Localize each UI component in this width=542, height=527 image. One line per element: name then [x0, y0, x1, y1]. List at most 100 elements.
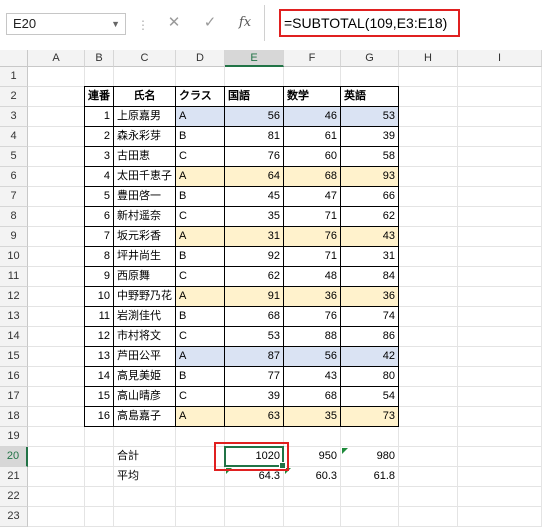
grid-cell[interactable]	[28, 367, 85, 387]
record-eigo-cell[interactable]: 84	[341, 267, 399, 287]
record-class-cell[interactable]: A	[176, 107, 225, 127]
record-eigo-cell[interactable]: 66	[341, 187, 399, 207]
column-header-e[interactable]: E	[225, 50, 284, 67]
grid-cell[interactable]	[85, 467, 114, 487]
record-class-cell[interactable]: C	[176, 267, 225, 287]
record-no-cell[interactable]: 1	[85, 107, 114, 127]
grid-cell[interactable]	[458, 447, 542, 467]
grid-cell[interactable]	[28, 127, 85, 147]
column-header-c[interactable]: C	[114, 50, 176, 67]
record-name-cell[interactable]: 岩渕佳代	[114, 307, 176, 327]
record-eigo-cell[interactable]: 86	[341, 327, 399, 347]
row-header-9[interactable]: 9	[0, 227, 28, 247]
grid-cell[interactable]	[458, 127, 542, 147]
grid-cell[interactable]	[399, 487, 458, 507]
grid-cell[interactable]	[28, 447, 85, 467]
record-class-cell[interactable]: B	[176, 127, 225, 147]
row-header-23[interactable]: 23	[0, 507, 28, 527]
record-kokugo-cell[interactable]: 91	[225, 287, 284, 307]
row-header-13[interactable]: 13	[0, 307, 28, 327]
grid-cell[interactable]	[399, 467, 458, 487]
record-class-cell[interactable]: B	[176, 367, 225, 387]
row-header-16[interactable]: 16	[0, 367, 28, 387]
grid-cell[interactable]	[85, 507, 114, 527]
select-all-corner[interactable]	[0, 50, 28, 67]
row-header-20[interactable]: 20	[0, 447, 28, 467]
table-header-cell[interactable]: クラス	[176, 87, 225, 107]
grid-cell[interactable]	[28, 227, 85, 247]
record-name-cell[interactable]: 坂元彩香	[114, 227, 176, 247]
record-name-cell[interactable]: 中野野乃花	[114, 287, 176, 307]
record-kokugo-cell[interactable]: 76	[225, 147, 284, 167]
column-header-i[interactable]: I	[458, 50, 542, 67]
grid-cell[interactable]	[341, 67, 399, 87]
row-header-11[interactable]: 11	[0, 267, 28, 287]
record-sugaku-cell[interactable]: 36	[284, 287, 341, 307]
grid-cell[interactable]	[28, 427, 85, 447]
column-header-d[interactable]: D	[176, 50, 225, 67]
grid-cell[interactable]	[28, 187, 85, 207]
row-header-7[interactable]: 7	[0, 187, 28, 207]
grid-cell[interactable]	[85, 487, 114, 507]
record-no-cell[interactable]: 4	[85, 167, 114, 187]
grid-cell[interactable]	[225, 507, 284, 527]
record-class-cell[interactable]: A	[176, 287, 225, 307]
grid-cell[interactable]	[399, 187, 458, 207]
record-class-cell[interactable]: C	[176, 147, 225, 167]
grid-cell[interactable]	[28, 107, 85, 127]
record-no-cell[interactable]: 10	[85, 287, 114, 307]
grid-cell[interactable]	[458, 167, 542, 187]
record-eigo-cell[interactable]: 43	[341, 227, 399, 247]
grid-cell[interactable]	[399, 327, 458, 347]
record-no-cell[interactable]: 5	[85, 187, 114, 207]
record-sugaku-cell[interactable]: 61	[284, 127, 341, 147]
column-header-g[interactable]: G	[341, 50, 399, 67]
grid-cell[interactable]	[28, 407, 85, 427]
grid-cell[interactable]	[28, 207, 85, 227]
row-header-6[interactable]: 6	[0, 167, 28, 187]
record-class-cell[interactable]: A	[176, 227, 225, 247]
record-no-cell[interactable]: 15	[85, 387, 114, 407]
record-kokugo-cell[interactable]: 35	[225, 207, 284, 227]
row-header-17[interactable]: 17	[0, 387, 28, 407]
cancel-icon[interactable]: ✕	[163, 12, 185, 34]
record-sugaku-cell[interactable]: 76	[284, 227, 341, 247]
grid-cell[interactable]	[458, 207, 542, 227]
record-name-cell[interactable]: 新村遥奈	[114, 207, 176, 227]
record-sugaku-cell[interactable]: 43	[284, 367, 341, 387]
confirm-icon[interactable]: ✓	[199, 12, 221, 34]
grid-cell[interactable]	[458, 467, 542, 487]
record-kokugo-cell[interactable]: 39	[225, 387, 284, 407]
record-kokugo-cell[interactable]: 62	[225, 267, 284, 287]
record-no-cell[interactable]: 16	[85, 407, 114, 427]
record-class-cell[interactable]: C	[176, 327, 225, 347]
row-header-18[interactable]: 18	[0, 407, 28, 427]
column-header-f[interactable]: F	[284, 50, 341, 67]
grid-cell[interactable]	[114, 487, 176, 507]
record-name-cell[interactable]: 高見美姫	[114, 367, 176, 387]
table-header-cell[interactable]: 数学	[284, 87, 341, 107]
record-class-cell[interactable]: A	[176, 347, 225, 367]
record-no-cell[interactable]: 11	[85, 307, 114, 327]
grid-cell[interactable]	[284, 487, 341, 507]
formula-text[interactable]: =SUBTOTAL(109,E3:E18)	[279, 9, 460, 37]
grid-cell[interactable]	[28, 267, 85, 287]
record-name-cell[interactable]: 森永彩芽	[114, 127, 176, 147]
average-label[interactable]: 平均	[114, 467, 176, 487]
grid-cell[interactable]	[458, 147, 542, 167]
grid-cell[interactable]	[28, 147, 85, 167]
grid-cell[interactable]	[28, 287, 85, 307]
record-name-cell[interactable]: 市村将文	[114, 327, 176, 347]
grid-cell[interactable]	[399, 507, 458, 527]
grid-cell[interactable]	[85, 447, 114, 467]
row-header-10[interactable]: 10	[0, 247, 28, 267]
record-no-cell[interactable]: 8	[85, 247, 114, 267]
grid-cell[interactable]	[399, 447, 458, 467]
record-kokugo-cell[interactable]: 45	[225, 187, 284, 207]
column-header-h[interactable]: H	[399, 50, 458, 67]
record-eigo-cell[interactable]: 36	[341, 287, 399, 307]
grid-cell[interactable]	[284, 67, 341, 87]
grid-cell[interactable]	[399, 107, 458, 127]
grid-cell[interactable]	[28, 387, 85, 407]
record-name-cell[interactable]: 上原嘉男	[114, 107, 176, 127]
